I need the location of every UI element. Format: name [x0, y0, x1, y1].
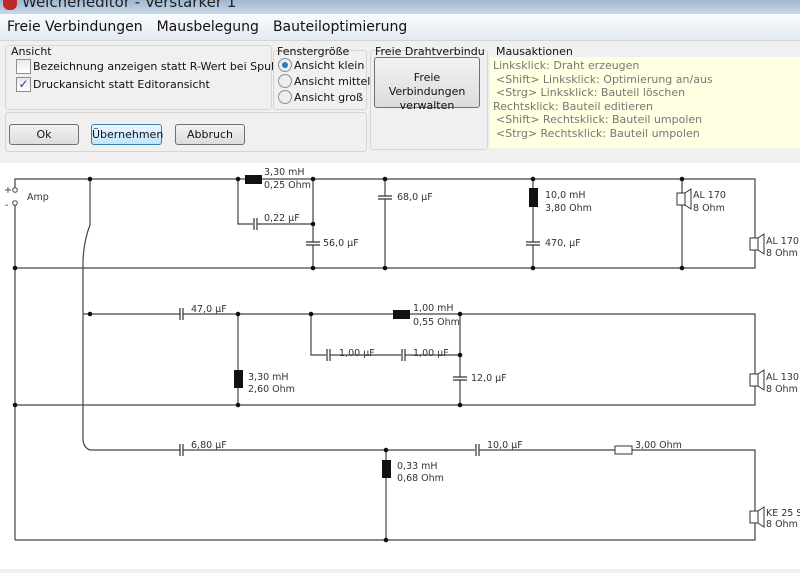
l4-value: 1,00 mH: [413, 303, 454, 314]
menu-mausbelegung[interactable]: Mausbelegung: [150, 14, 266, 35]
menu-bauteiloptimierung[interactable]: Bauteiloptimierung: [266, 14, 414, 35]
wires: [14, 178, 756, 541]
inductor-l4: [393, 310, 410, 319]
radio-ansicht-gross[interactable]: [278, 90, 292, 104]
radio-ansicht-klein[interactable]: [278, 58, 292, 72]
window-title: Weichenedltor - Verstärker 1: [22, 0, 237, 11]
ok-button[interactable]: Ok: [9, 124, 79, 145]
menu-bar: Freie Verbindungen Mausbelegung Bauteilopt…: [0, 14, 800, 41]
maus-line: Rechtsklick: Bauteil editieren: [493, 99, 653, 113]
title-bar: Weichenedltor - Verstärker 1: [0, 0, 800, 14]
spk1-name: AL 170: [693, 190, 726, 201]
checkbox-bezeichnung-label: Bezeichnung anzeigen statt R-Wert bei Sp…: [33, 60, 288, 73]
capacitor-c8: [453, 376, 467, 381]
amp-minus-terminal[interactable]: [12, 200, 18, 206]
button-line-2: verwalten: [399, 99, 455, 112]
radio-ansicht-gross-label: Ansicht groß: [294, 91, 364, 104]
inductor-l1: [245, 175, 262, 184]
c5-label: 47,0 µF: [191, 304, 227, 315]
spk1-imp: 8 Ohm: [693, 203, 725, 214]
speaker-2-icon: [749, 237, 759, 251]
l1-r: 0,25 Ohm: [264, 180, 311, 191]
c10-label: 10,0 µF: [487, 440, 523, 451]
c4-label: 470, µF: [545, 238, 581, 249]
checkbox-bezeichnung[interactable]: [16, 59, 31, 74]
capacitor-c4: [526, 241, 540, 246]
c6-label: 1,00 µF: [339, 348, 375, 359]
l5-value: 0,33 mH: [397, 461, 438, 472]
amp-label: Amp: [27, 192, 49, 203]
amp-minus: -: [5, 200, 8, 211]
l4-r: 0,55 Ohm: [413, 317, 460, 328]
spk2-name: AL 170: [766, 236, 799, 247]
resistor-r1: [614, 445, 633, 455]
cancel-button[interactable]: Abbruch: [175, 124, 245, 145]
c2-label: 56,0 µF: [323, 238, 359, 249]
inductor-l2: [529, 188, 538, 207]
spk3-name: AL 130: [766, 372, 799, 383]
freie-verbindungen-verwalten-button[interactable]: Freie Verbindungen verwalten: [374, 57, 480, 112]
capacitor-c2: [306, 241, 320, 246]
c3-label: 68,0 µF: [397, 192, 433, 203]
menu-freie-verbindungen[interactable]: Freie Verbindungen: [0, 14, 150, 35]
l3-value: 3,30 mH: [248, 372, 289, 383]
checkbox-druckansicht[interactable]: ✓: [16, 77, 31, 92]
fenster-title: Fenstergröße: [277, 45, 350, 58]
maus-line: Linksklick: Draht erzeugen: [493, 59, 640, 72]
l1-value: 3,30 mH: [264, 167, 305, 178]
maus-line: <Shift> Rechtsklick: Bauteil umpolen: [496, 113, 703, 126]
r1-label: 3,00 Ohm: [635, 440, 682, 451]
spk4-name: KE 25 S: [766, 508, 800, 519]
circuit-diagram[interactable]: + - Amp 3,30 mH 0,25 Ohm 0,22 µF 56,0 µF…: [0, 163, 800, 569]
app-icon: [3, 0, 17, 10]
radio-ansicht-mittel[interactable]: [278, 74, 292, 88]
c9-label: 6,80 µF: [191, 440, 227, 451]
ansicht-title: Ansicht: [11, 45, 52, 58]
maus-line: <Strg> Linksklick: Bauteil löschen: [496, 86, 686, 99]
capacitor-c1: [253, 218, 258, 230]
l2-r: 3,80 Ohm: [545, 203, 592, 214]
l2-value: 10,0 mH: [545, 190, 586, 201]
l5-r: 0,68 Ohm: [397, 473, 444, 484]
c7-label: 1,00 µF: [413, 348, 449, 359]
capacitor-c10: [475, 444, 480, 456]
spk3-imp: 8 Ohm: [766, 384, 798, 395]
spk4-imp: 8 Ohm: [766, 519, 798, 530]
maus-line: <Shift> Linksklick: Optimierung an/aus: [496, 72, 713, 86]
capacitor-c5: [179, 308, 184, 320]
capacitor-c6: [326, 349, 331, 361]
l3-r: 2,60 Ohm: [248, 384, 295, 395]
capacitor-c9: [179, 444, 184, 456]
junction-dots: [12, 176, 685, 543]
speaker-3-icon: [749, 373, 759, 387]
capacitors: [179, 195, 540, 456]
capacitor-c3: [378, 195, 392, 200]
radio-ansicht-mittel-label: Ansicht mittel: [294, 75, 371, 88]
speaker-4-icon: [749, 510, 759, 524]
maus-aktionen-list: Linksklick: Draht erzeugen <Shift> Links…: [490, 57, 800, 148]
inductor-l3: [234, 370, 243, 388]
amp-plus: +: [4, 185, 12, 196]
spk2-imp: 8 Ohm: [766, 248, 798, 259]
button-line-1: Freie Verbindungen: [388, 71, 466, 98]
maus-line: <Strg> Rechtsklick: Bauteil umpolen: [496, 126, 700, 140]
inductor-l5: [382, 460, 391, 478]
amp-plus-terminal[interactable]: [12, 187, 18, 193]
checkbox-druckansicht-label: Druckansicht statt Editoransicht: [33, 78, 210, 91]
speakers: [676, 188, 765, 528]
c8-label: 12,0 µF: [471, 373, 507, 384]
capacitor-c7: [401, 349, 406, 361]
speaker-1-icon: [676, 192, 686, 206]
radio-ansicht-klein-label: Ansicht klein: [294, 59, 365, 72]
c1-label: 0,22 µF: [264, 213, 300, 224]
apply-button[interactable]: Übernehmen: [91, 124, 163, 145]
circuit-canvas[interactable]: + - Amp 3,30 mH 0,25 Ohm 0,22 µF 56,0 µF…: [0, 163, 800, 569]
